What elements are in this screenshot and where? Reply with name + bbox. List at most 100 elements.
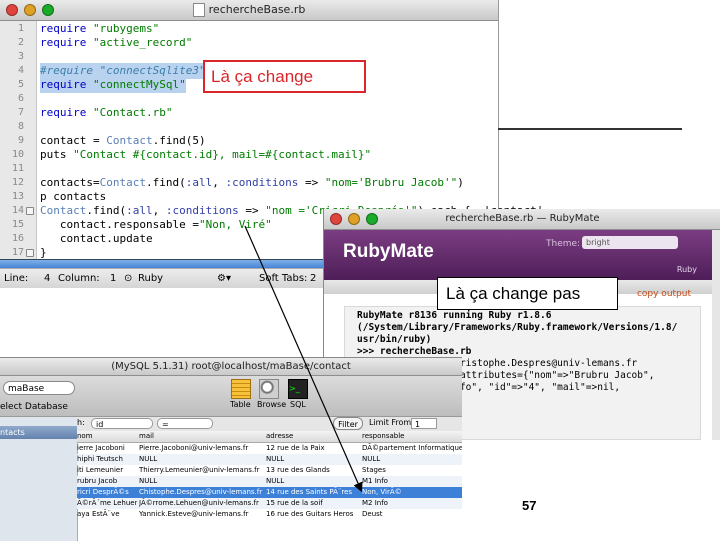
- language-icon[interactable]: ⊙: [124, 269, 132, 288]
- mysql-title: (MySQL 5.1.31) root@localhost/maBase/con…: [111, 361, 351, 372]
- table-icon[interactable]: [231, 379, 251, 399]
- minimize-icon[interactable]: [24, 4, 36, 16]
- window-controls: [6, 4, 54, 16]
- table-row[interactable]: ierre Jacoboni Pierre.Jacoboni@univ-leman…: [77, 443, 462, 454]
- fold-toggle-icon[interactable]: [26, 207, 34, 215]
- code-token: require: [40, 22, 93, 35]
- table-list: ntacts: [0, 417, 78, 541]
- column-header[interactable]: nom: [77, 431, 137, 442]
- filter-bar: h: id = Filter Limit From: 1: [77, 417, 462, 431]
- table-cell[interactable]: aya EstÃ¨ve: [77, 509, 137, 520]
- table-cell[interactable]: NULL: [362, 454, 462, 465]
- table-cell[interactable]: iti Lemeunier: [77, 465, 137, 476]
- vertical-scrollbar[interactable]: [712, 230, 720, 440]
- code-token: =>: [238, 204, 266, 217]
- callout-no-change: Là ça change pas: [437, 277, 618, 310]
- table-cell[interactable]: rubru Jacob: [77, 476, 137, 487]
- code-token: "connectMySql": [92, 78, 186, 91]
- column-header[interactable]: adresse: [266, 431, 359, 442]
- table-cell[interactable]: Yannick.Esteve@univ-lemans.fr: [139, 509, 263, 520]
- code-token: ): [457, 176, 464, 189]
- code-token: #require "connectSqlite3": [40, 64, 206, 77]
- column-header[interactable]: responsable: [362, 431, 462, 442]
- language-selector[interactable]: Ruby: [138, 269, 163, 288]
- database-select[interactable]: maBase: [3, 381, 75, 395]
- table-cell[interactable]: 16 rue des Guitars Heros: [266, 509, 359, 520]
- select-database-label: elect Database: [0, 402, 68, 412]
- table-list-item-contacts[interactable]: ntacts: [0, 426, 77, 439]
- rubymate-title: rechercheBase.rb — RubyMate: [445, 213, 600, 224]
- table-row[interactable]: hiphi Teutsch NULL NULL NULL: [77, 454, 462, 465]
- window-controls: [330, 213, 378, 225]
- table-cell[interactable]: NULL: [266, 454, 359, 465]
- limit-from-input[interactable]: 1: [411, 418, 437, 429]
- code-token: }: [40, 246, 47, 259]
- table-cell[interactable]: NULL: [266, 476, 359, 487]
- table-tab-label[interactable]: Table: [230, 400, 251, 409]
- table-cell[interactable]: ricri DesprÃ©s: [77, 487, 137, 498]
- rubymate-titlebar[interactable]: rechercheBase.rb — RubyMate: [324, 209, 720, 230]
- table-cell[interactable]: 15 rue de la soif: [266, 498, 359, 509]
- table-row[interactable]: aya EstÃ¨ve Yannick.Esteve@univ-lemans.fr…: [77, 509, 462, 520]
- zoom-icon[interactable]: [42, 4, 54, 16]
- filter-field-select[interactable]: id: [91, 418, 153, 429]
- tabs-value[interactable]: 2: [310, 269, 316, 288]
- page-number: 57: [522, 498, 537, 513]
- close-icon[interactable]: [6, 4, 18, 16]
- table-cell[interactable]: 14 rue des Saints PÃ¨res: [266, 487, 359, 498]
- ruby-label: Ruby: [676, 265, 697, 274]
- table-row[interactable]: Ã©rÃ´me Lehuen JÃ©rrome.Lehuen@univ-leman…: [77, 498, 462, 509]
- table-row[interactable]: ricri DesprÃ©s Chistophe.Despres@univ-lem…: [77, 487, 462, 498]
- table-cell[interactable]: JÃ©rrome.Lehuen@univ-lemans.fr: [139, 498, 263, 509]
- browse-tab-label[interactable]: Browse: [257, 400, 286, 409]
- table-cell[interactable]: Stages: [362, 465, 462, 476]
- table-cell[interactable]: Non, VirÃ©: [362, 487, 462, 498]
- mysql-titlebar[interactable]: (MySQL 5.1.31) root@localhost/maBase/con…: [0, 358, 462, 376]
- code-token: require: [40, 106, 93, 119]
- table-cell[interactable]: Pierre.Jacoboni@univ-lemans.fr: [139, 443, 263, 454]
- code-token: :conditions: [225, 176, 299, 189]
- table-row[interactable]: rubru Jacob NULL NULL M1 Info: [77, 476, 462, 487]
- table-cell[interactable]: M2 Info: [362, 498, 462, 509]
- table-cell[interactable]: NULL: [139, 454, 263, 465]
- zoom-icon[interactable]: [366, 213, 378, 225]
- code-token: "Contact.rb": [92, 106, 173, 119]
- sql-icon[interactable]: >_: [288, 379, 308, 399]
- fold-toggle-icon[interactable]: [26, 249, 34, 257]
- table-cell[interactable]: Ã©rÃ´me Lehuen: [77, 498, 137, 509]
- theme-select[interactable]: bright: [582, 236, 678, 249]
- minimize-icon[interactable]: [348, 213, 360, 225]
- table-cell[interactable]: 12 rue de la Paix: [266, 443, 359, 454]
- column-value: 1: [110, 273, 117, 284]
- code-token: Contact: [106, 134, 153, 147]
- table-row[interactable]: iti Lemeunier Thierry.Lemeunier@univ-lema…: [77, 465, 462, 476]
- code-token: require: [40, 78, 93, 91]
- table-cell[interactable]: hiphi Teutsch: [77, 454, 137, 465]
- filter-button[interactable]: Filter: [333, 417, 363, 430]
- table-cell[interactable]: M1 Info: [362, 476, 462, 487]
- editor-titlebar[interactable]: rechercheBase.rb: [0, 0, 498, 21]
- table-cell[interactable]: ierre Jacoboni: [77, 443, 137, 454]
- column-header[interactable]: mail: [139, 431, 263, 442]
- gear-icon[interactable]: ⚙▾: [217, 269, 231, 288]
- column-label: Column:: [58, 273, 100, 284]
- line-value: 4: [44, 273, 51, 284]
- table-cell[interactable]: DÃ©partement Informatique: [362, 443, 462, 454]
- close-icon[interactable]: [330, 213, 342, 225]
- table-cell[interactable]: NULL: [139, 476, 263, 487]
- table-cell[interactable]: 13 rue des Glands: [266, 465, 359, 476]
- code-token: contact.responsable =: [40, 218, 199, 231]
- table-cell[interactable]: Chistophe.Despres@univ-lemans.fr: [139, 487, 263, 498]
- search-label: h:: [77, 418, 85, 427]
- code-token: ,: [152, 204, 166, 217]
- sql-tab-label[interactable]: SQL: [290, 400, 306, 409]
- filter-operator-select[interactable]: =: [157, 418, 213, 429]
- line-label: Line:: [4, 273, 29, 284]
- table-cell[interactable]: Deust: [362, 509, 462, 520]
- table-cell[interactable]: Thierry.Lemeunier@univ-lemans.fr: [139, 465, 263, 476]
- output-line: usr/bin/ruby): [357, 334, 432, 345]
- tabs-label[interactable]: Soft Tabs:: [259, 269, 307, 288]
- code-token: :all: [126, 204, 153, 217]
- copy-output-link[interactable]: copy output: [637, 289, 691, 299]
- browse-icon[interactable]: [259, 379, 279, 399]
